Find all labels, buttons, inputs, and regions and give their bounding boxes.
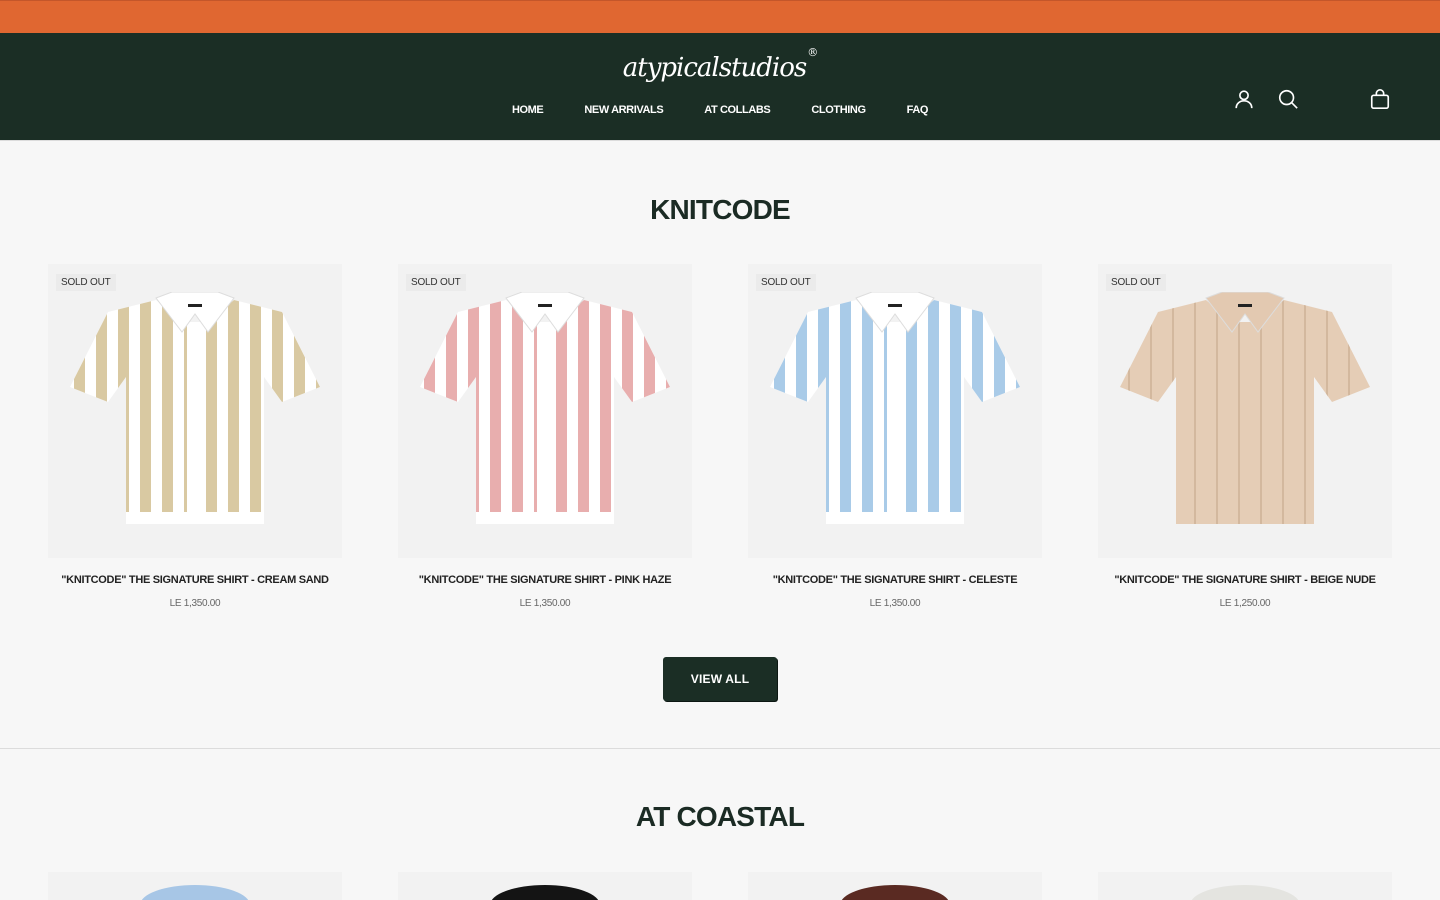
product-image[interactable]: SOLD OUT (48, 264, 342, 558)
product-image[interactable] (48, 872, 342, 900)
product-image[interactable] (1098, 872, 1392, 900)
nav-at-collabs[interactable]: AT COLLABS (704, 104, 770, 116)
shirt-illustration (1190, 885, 1300, 900)
product-name[interactable]: "KNITCODE" THE SIGNATURE SHIRT - CELESTE (748, 574, 1042, 586)
product-price: LE 1,350.00 (869, 598, 921, 609)
product-name[interactable]: "KNITCODE" THE SIGNATURE SHIRT - CREAM S… (48, 574, 342, 586)
nav-new-arrivals[interactable]: NEW ARRIVALS (584, 104, 663, 116)
site-header: atypicalstudios® HOME NEW ARRIVALS AT CO… (0, 33, 1440, 141)
site-logo[interactable]: atypicalstudios® (0, 46, 1440, 83)
product-price: LE 1,350.00 (169, 598, 221, 609)
section-divider (0, 748, 1440, 749)
product-image[interactable]: SOLD OUT (398, 264, 692, 558)
shirt-illustration (770, 292, 1020, 524)
product-card[interactable] (48, 872, 342, 900)
product-price: LE 1,250.00 (1219, 598, 1271, 609)
product-card[interactable] (1098, 872, 1392, 900)
sold-out-badge: SOLD OUT (756, 274, 816, 291)
account-icon[interactable] (1233, 88, 1255, 110)
product-price: LE 1,350.00 (519, 598, 571, 609)
section-title-knitcode: KNITCODE (650, 194, 791, 225)
product-image[interactable] (398, 872, 692, 900)
product-name[interactable]: "KNITCODE" THE SIGNATURE SHIRT - BEIGE N… (1098, 574, 1392, 586)
announcement-bar (0, 0, 1440, 33)
product-name[interactable]: "KNITCODE" THE SIGNATURE SHIRT - PINK HA… (398, 574, 692, 586)
product-grid: SOLD OUT "KNITCODE" THE SIGNATURE SHIRT … (48, 264, 1392, 609)
product-card[interactable]: SOLD OUT "KNITCODE" THE SIGNATURE SHIRT … (48, 264, 342, 609)
sold-out-badge: SOLD OUT (406, 274, 466, 291)
section-title-at-coastal: AT COASTAL (635, 801, 805, 832)
product-grid (48, 872, 1392, 900)
product-card[interactable]: SOLD OUT "KNITCODE" THE SIGNATURE SHIRT … (1098, 264, 1392, 609)
nav-home[interactable]: HOME (512, 104, 544, 116)
sold-out-badge: SOLD OUT (1106, 274, 1166, 291)
shirt-illustration (490, 885, 600, 900)
product-card[interactable] (398, 872, 692, 900)
shirt-illustration (1120, 292, 1370, 524)
shirt-illustration (70, 292, 320, 524)
product-image[interactable] (748, 872, 1042, 900)
search-icon[interactable] (1277, 88, 1299, 110)
shirt-illustration (140, 885, 250, 900)
nav-faq[interactable]: FAQ (907, 104, 929, 116)
sold-out-badge: SOLD OUT (56, 274, 116, 291)
shirt-illustration (840, 885, 950, 900)
product-card[interactable]: SOLD OUT "KNITCODE" THE SIGNATURE SHIRT … (398, 264, 692, 609)
bag-icon[interactable] (1369, 88, 1391, 110)
product-image[interactable]: SOLD OUT (1098, 264, 1392, 558)
main-nav: HOME NEW ARRIVALS AT COLLABS CLOTHING FA… (0, 104, 1440, 116)
product-card[interactable]: SOLD OUT "KNITCODE" THE SIGNATURE SHIRT … (748, 264, 1042, 609)
view-all-button[interactable]: VIEW ALL (663, 657, 777, 701)
product-card[interactable] (748, 872, 1042, 900)
shirt-illustration (420, 292, 670, 524)
nav-clothing[interactable]: CLOTHING (811, 104, 866, 116)
product-image[interactable]: SOLD OUT (748, 264, 1042, 558)
